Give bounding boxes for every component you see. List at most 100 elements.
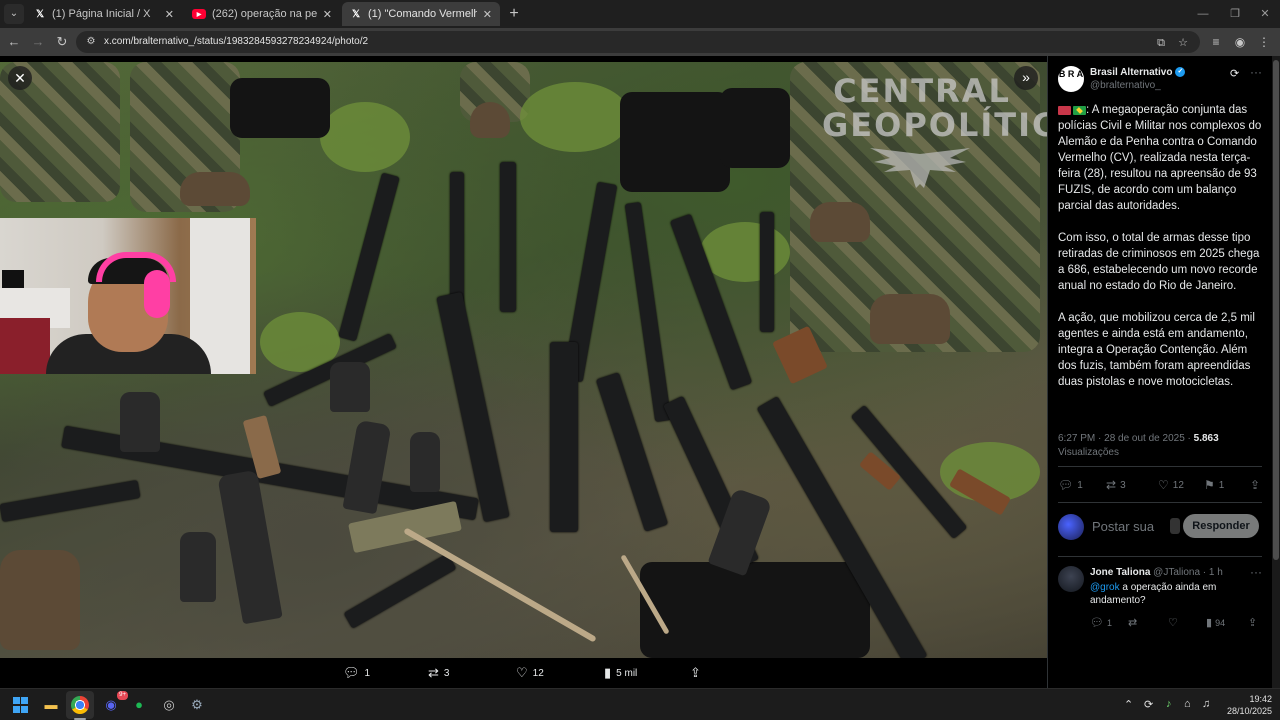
share-icon: ⇪ <box>1248 617 1258 629</box>
restore-icon[interactable]: ❐ <box>1218 0 1252 28</box>
rifle <box>338 172 400 342</box>
media-control-icon[interactable]: ≡ <box>1206 32 1226 52</box>
commenter-name[interactable]: Jone Taliona @JTaliona · 1 h <box>1090 567 1223 578</box>
tab-youtube[interactable]: ▶ (262) operação na penha - You ✕ <box>184 2 340 26</box>
divider <box>1058 502 1262 503</box>
bookmark-stat[interactable]: ⚑ 1 <box>1204 478 1224 492</box>
tweet-paragraph-2: Com isso, o total de armas desse tipo re… <box>1058 232 1263 292</box>
author-avatar[interactable]: B R A <box>1058 66 1084 92</box>
microphone-icon[interactable]: ♪ <box>1166 698 1172 710</box>
forward-icon[interactable]: → <box>28 32 48 52</box>
tweet-panel: B R A Brasil Alternativo ✓ @bralternativo… <box>1047 56 1272 688</box>
more-options-icon[interactable]: ··· <box>1250 65 1262 79</box>
spotify-icon[interactable]: ● <box>128 694 150 716</box>
commenter-name-text[interactable]: Jone Taliona <box>1090 567 1150 578</box>
like-action[interactable]: ♡ 12 <box>516 665 544 681</box>
emoji-icon[interactable] <box>1170 518 1180 534</box>
comment-item[interactable]: Jone Taliona @JTaliona · 1 h ··· @grok a… <box>1058 565 1264 646</box>
close-icon[interactable]: ✕ <box>483 8 492 21</box>
x-logo-icon: 𝕏 <box>351 8 361 20</box>
network-icon[interactable]: ⌂ <box>1184 698 1191 710</box>
url-text[interactable]: x.com/bralternativo_/status/198328459327… <box>104 36 368 47</box>
close-icon[interactable]: ✕ <box>323 8 332 21</box>
boot <box>0 550 80 650</box>
settings-icon[interactable]: ⚙ <box>186 694 208 716</box>
share-stat[interactable]: ⇪ <box>1250 478 1264 492</box>
site-info-icon[interactable]: ⚙ <box>84 35 98 49</box>
author-name[interactable]: Brasil Alternativo ✓ <box>1090 67 1186 78</box>
steam-icon[interactable]: ◎ <box>158 694 180 716</box>
tab-search-button[interactable]: ⌄ <box>4 4 24 24</box>
backpack <box>620 92 730 192</box>
magazine <box>120 392 160 452</box>
volume-icon[interactable]: ♫ <box>1202 698 1210 710</box>
share-stat[interactable]: ⇪ <box>1248 616 1260 629</box>
grok-icon[interactable]: ⟳ <box>1230 67 1239 80</box>
repost-stat[interactable]: ⇄ 3 <box>1106 478 1126 492</box>
tweet-time[interactable]: 6:27 PM · 28 de out de 2025 · <box>1058 433 1194 444</box>
foliage <box>520 82 630 152</box>
profile-icon[interactable]: ◉ <box>1230 32 1250 52</box>
bookmark-icon: ⚑ <box>1204 478 1215 492</box>
reply-button[interactable]: Responder <box>1183 514 1259 538</box>
browser-menu-icon[interactable]: ⋮ <box>1254 32 1274 52</box>
address-bar[interactable]: ⚙ x.com/bralternativo_/status/1983284593… <box>76 31 1200 53</box>
mention-link[interactable]: @grok <box>1090 582 1120 593</box>
bookmark-star-icon[interactable]: ☆ <box>1176 36 1190 50</box>
chrome-icon[interactable] <box>71 696 89 714</box>
more-options-icon[interactable]: ··· <box>1250 565 1262 579</box>
reply-input[interactable]: Postar sua <box>1092 519 1154 534</box>
tweet-photo[interactable]: CENTRAL GEOPOLÍTICA <box>0 62 1047 658</box>
author-handle[interactable]: @bralternativo_ <box>1090 80 1161 91</box>
divider <box>1058 556 1262 557</box>
user-avatar[interactable] <box>1058 514 1084 540</box>
expand-panel-button[interactable]: » <box>1014 66 1038 90</box>
reload-icon[interactable]: ↻ <box>52 32 72 52</box>
share-icon: ⇪ <box>1250 478 1261 492</box>
sync-icon[interactable]: ⟳ <box>1144 698 1153 711</box>
repost-stat[interactable]: ⇄ <box>1128 616 1140 629</box>
share-action[interactable]: ⇪ <box>690 665 706 681</box>
install-app-icon[interactable]: ⧉ <box>1154 36 1168 50</box>
scrollbar-thumb[interactable] <box>1273 60 1279 560</box>
tab-comando-vermelho[interactable]: 𝕏 (1) "Comando Vermelho" ~ Bus ✕ <box>342 2 500 26</box>
file-explorer-icon[interactable]: ▬ <box>40 694 62 716</box>
like-stat[interactable]: ♡ 12 <box>1158 478 1184 492</box>
scrollbar[interactable] <box>1272 56 1280 688</box>
repost-action[interactable]: ⇄ 3 <box>428 665 449 681</box>
like-stat[interactable]: ♡ <box>1168 616 1181 629</box>
reply-stat[interactable]: 💬︎ 1 <box>1058 478 1083 492</box>
bag <box>640 562 870 658</box>
window-close-icon[interactable]: ✕ <box>1248 0 1280 28</box>
bar-chart-icon: ▮ <box>604 665 612 680</box>
repost-count: 3 <box>443 667 450 679</box>
share-icon: ⇪ <box>690 665 701 680</box>
tweet-views-count: 5.863 <box>1193 433 1219 444</box>
commenter-handle[interactable]: @JTaliona · 1 h <box>1153 567 1223 578</box>
windows-start-icon[interactable] <box>10 694 32 716</box>
rifle <box>450 172 464 312</box>
rifle <box>550 342 578 532</box>
close-icon[interactable]: ✕ <box>165 8 174 21</box>
reply-stat[interactable]: 💬︎ 1 <box>1090 616 1112 629</box>
close-viewer-button[interactable]: ✕ <box>8 66 32 90</box>
tray-overflow-icon[interactable]: ⌃ <box>1124 698 1133 711</box>
browser-toolbar: ← → ↻ ⚙ x.com/bralternativo_/status/1983… <box>0 28 1280 56</box>
views-action[interactable]: ▮ 5 mil <box>604 665 637 681</box>
minimize-icon[interactable]: — <box>1186 0 1220 28</box>
back-icon[interactable]: ← <box>4 32 24 52</box>
reply-icon: 💬︎ <box>343 665 360 680</box>
views-stat[interactable]: ▮ 94 <box>1206 616 1225 629</box>
commenter-avatar[interactable] <box>1058 566 1084 592</box>
like-count: 12 <box>532 667 544 679</box>
tab-home-x[interactable]: 𝕏 (1) Página Inicial / X ✕ <box>26 2 182 26</box>
clock[interactable]: 19:42 28/10/2025 <box>1222 693 1272 717</box>
author-name-text[interactable]: Brasil Alternativo <box>1090 67 1172 78</box>
stick <box>403 527 597 643</box>
heart-icon: ♡ <box>1158 478 1169 492</box>
like-count: 12 <box>1172 479 1184 491</box>
discord-icon[interactable]: ◉ 9+ <box>100 691 128 716</box>
new-tab-button[interactable]: + <box>504 4 524 24</box>
brazil-flag-icon <box>1073 106 1086 116</box>
reply-action[interactable]: 💬︎ 1 <box>343 665 370 681</box>
